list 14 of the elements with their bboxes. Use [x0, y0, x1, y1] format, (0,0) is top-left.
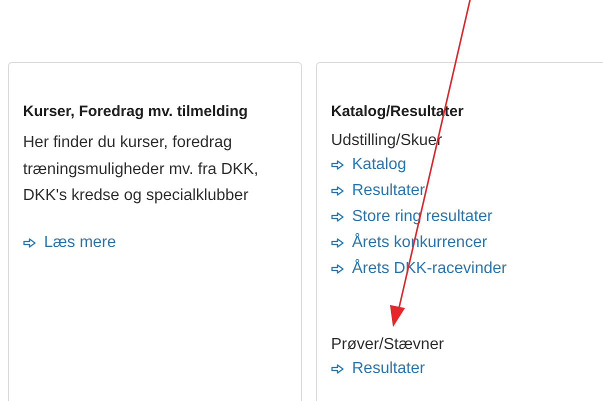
card-title: Kurser, Foredrag mv. tilmelding: [23, 103, 249, 120]
link[interactable]: Læs mere: [44, 234, 116, 252]
arrow-icon: [331, 364, 344, 374]
arrow-icon: [331, 264, 344, 274]
arrow-icon: [331, 186, 344, 196]
card-description: Her finder du kurser, foredrag træningsmuligheder mv. fra DKK, DKK's kredse og specialklubber: [23, 133, 260, 206]
section-heading: Prøver/Stævner: [331, 335, 445, 355]
link[interactable]: Resultater: [352, 360, 425, 378]
arrow-icon: [331, 238, 344, 248]
arrow-icon: [331, 212, 344, 222]
link[interactable]: Resultater: [352, 182, 425, 200]
arrow-icon: [23, 238, 36, 248]
link[interactable]: Katalog: [352, 156, 406, 174]
arrow-icon: [331, 160, 344, 170]
